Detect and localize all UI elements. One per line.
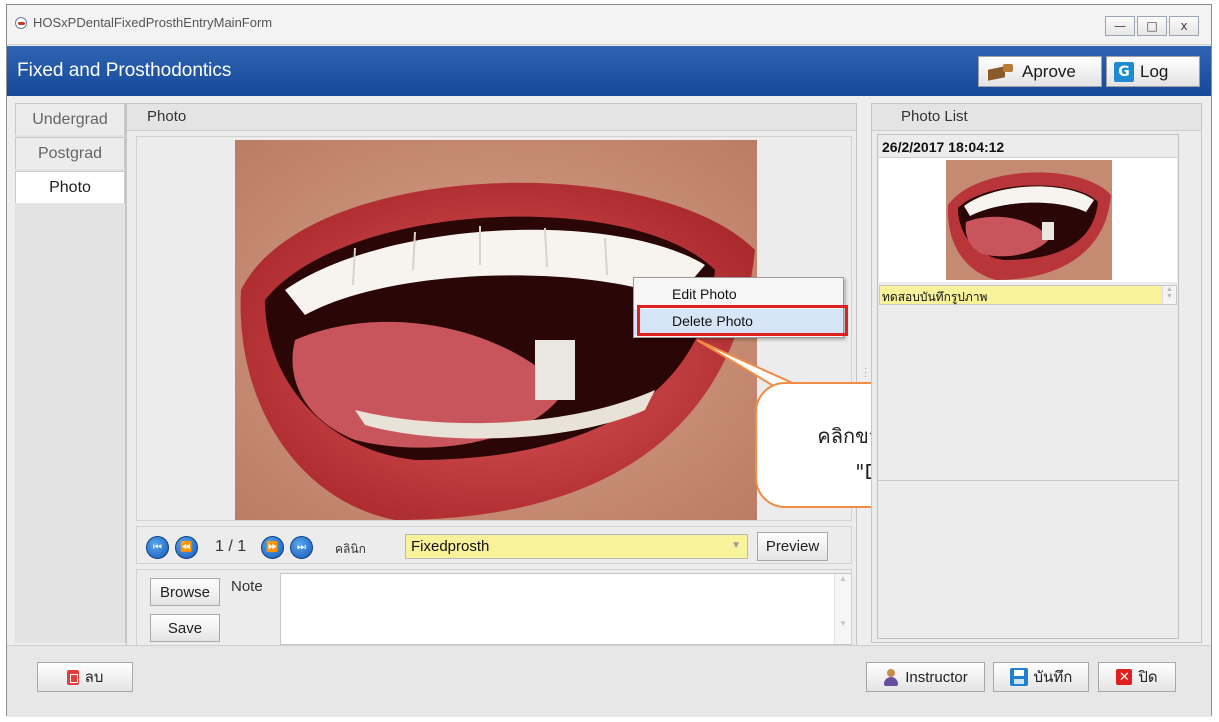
close-window-button[interactable]: x (1169, 16, 1199, 36)
save-button[interactable]: บันทึก (993, 662, 1089, 692)
photo-thumbnail-card[interactable] (879, 157, 1177, 282)
window-title: HOSxPDentalFixedProsthEntryMainForm (33, 15, 273, 30)
note-textarea[interactable] (280, 573, 851, 645)
photo-panel-caption: Photo (127, 104, 856, 131)
title-bar[interactable]: HOSxPDentalFixedProsthEntryMainForm — □ … (7, 5, 1211, 45)
note-label: Note (231, 578, 263, 595)
list-divider (878, 480, 1178, 481)
tab-postgrad[interactable]: Postgrad (15, 137, 125, 169)
form-footer: ลบ Instructor บันทึก ✕ ปิด (7, 645, 1211, 717)
app-icon (15, 17, 27, 29)
photo-navigator: ⏮ ⏪ 1 / 1 ⏩ ⏭ คลินิก Fixedprosth ▼ Previ… (136, 526, 852, 564)
log-button[interactable]: G Log (1106, 56, 1200, 87)
approve-button-label: Aprove (1022, 61, 1076, 81)
main-window: HOSxPDentalFixedProsthEntryMainForm — □ … (6, 4, 1212, 717)
photo-thumbnail[interactable] (946, 160, 1112, 280)
clinic-select[interactable]: Fixedprosth ▼ (405, 534, 748, 559)
close-icon: ✕ (1116, 669, 1133, 685)
delete-button[interactable]: ลบ (37, 662, 133, 692)
first-photo-button[interactable]: ⏮ (146, 536, 169, 559)
trash-icon (66, 669, 79, 685)
photo-panel: Photo Edit Photo Delete Photo ⏮ ⏪ 1 / 1 … (126, 103, 1103, 649)
photo-list: 26/2/2017 18:04:12 ทดสอบบันทึกรูปภาพ ▲ ▼ (877, 134, 1179, 639)
delete-photo-highlight-box (637, 305, 848, 336)
save-icon (1009, 668, 1028, 686)
note-scrollbar[interactable]: ▲ ▼ (834, 574, 851, 644)
minimize-button[interactable]: — (1105, 16, 1135, 36)
next-photo-button[interactable]: ⏩ (261, 536, 284, 559)
photo-list-panel: Photo List 26/2/2017 18:04:12 ทดสอบบันทึ… (871, 103, 1202, 643)
last-photo-button[interactable]: ⏭ (290, 536, 313, 559)
save-button-label: บันทึก (1033, 669, 1073, 686)
log-icon: G (1114, 61, 1134, 82)
browse-button[interactable]: Browse (150, 578, 220, 606)
instructor-button[interactable]: Instructor (866, 662, 985, 692)
log-button-label: Log (1140, 61, 1169, 81)
tab-undergrad[interactable]: Undergrad (15, 103, 125, 135)
user-icon (883, 668, 899, 686)
approve-button[interactable]: Aprove (978, 56, 1102, 87)
photo-caption-field[interactable]: ทดสอบบันทึกรูปภาพ ▲ ▼ (879, 285, 1177, 305)
photo-timestamp: 26/2/2017 18:04:12 (882, 139, 1005, 155)
photo-list-caption: Photo List (872, 104, 1201, 131)
form-body: Undergrad Postgrad Photo Photo Edit Phot… (7, 97, 1211, 649)
package-icon (986, 63, 1016, 81)
close-button[interactable]: ✕ ปิด (1098, 662, 1176, 692)
caption-scrollbar[interactable]: ▲ ▼ (1162, 286, 1176, 304)
save-photo-button[interactable]: Save (150, 614, 220, 642)
close-button-label: ปิด (1138, 669, 1158, 686)
page-indicator: 1 / 1 (215, 538, 247, 555)
window-controls: — □ x (1105, 16, 1199, 36)
clinic-label: คลินิก (335, 542, 366, 556)
delete-button-label: ลบ (84, 669, 104, 686)
clinic-select-value: Fixedprosth (411, 538, 490, 555)
note-section: Browse Save Note ▲ ▼ (136, 569, 852, 647)
form-header: Fixed and Prosthodontics Aprove G Log (7, 46, 1211, 96)
instructor-button-label: Instructor (905, 668, 968, 686)
section-tabs: Undergrad Postgrad Photo (15, 103, 126, 643)
form-title: Fixed and Prosthodontics (17, 60, 232, 81)
thumbnail-image (946, 160, 1112, 280)
panel-splitter[interactable]: · · · (864, 364, 867, 382)
maximize-button[interactable]: □ (1137, 16, 1167, 36)
chevron-down-icon[interactable]: ▼ (731, 540, 741, 551)
previous-photo-button[interactable]: ⏪ (175, 536, 198, 559)
tab-photo[interactable]: Photo (15, 171, 125, 203)
preview-button[interactable]: Preview (757, 532, 828, 561)
photo-caption-text: ทดสอบบันทึกรูปภาพ (882, 290, 988, 304)
